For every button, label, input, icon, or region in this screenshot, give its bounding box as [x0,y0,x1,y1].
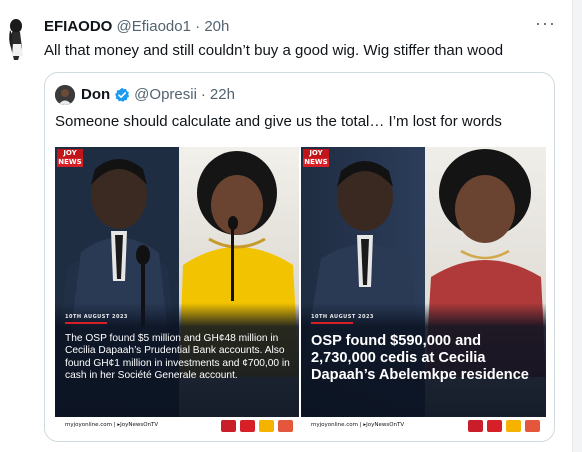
joy-news-logo: JOY NEWS [57,149,83,167]
media-image-1[interactable]: JOY NEWS 10TH AUGUST 2023 The OSP found … [55,147,299,435]
media-date: 10TH AUGUST 2023 [311,314,374,320]
tweet-actions [44,444,553,452]
media-caption: OSP found $590,000 and 2,730,000 cedis a… [311,333,529,384]
quoted-author-handle[interactable]: @Opresii [134,85,197,105]
joy-logo-bottom: NEWS [303,158,329,167]
media-image-2[interactable]: JOY NEWS 10TH AUGUST 2023 OSP found $590… [301,147,546,435]
quoted-author-avatar[interactable] [55,85,75,105]
tweet[interactable]: EFIAODO @Efiaodo1 · 20h ··· All that mon… [0,0,572,452]
media-caption: The OSP found $5 million and GH¢48 milli… [65,333,290,382]
media-date: 10TH AUGUST 2023 [65,314,128,320]
more-icon[interactable]: ··· [535,13,556,34]
media-footer-site: myjoyonline.com | ▸JoyNewsOnTV [65,422,159,428]
joy-logo-top: JOY [63,149,77,157]
brand-logo-icon [468,420,483,432]
tweet-timestamp[interactable]: 20h [204,18,229,35]
media-date-underline [65,322,107,324]
quoted-tweet[interactable]: Don @Opresii · 22h Someone should calcul… [44,72,555,442]
tweet-header: EFIAODO @Efiaodo1 · 20h [44,17,229,37]
quoted-tweet-timestamp[interactable]: 22h [210,85,235,105]
joy-logo-bottom: NEWS [57,158,83,167]
brand-logo-icon [487,420,502,432]
media-footer: myjoyonline.com | ▸JoyNewsOnTV [55,417,299,435]
media-footer-logos [221,420,293,432]
quoted-author-name[interactable]: Don [81,85,110,105]
joy-news-logo: JOY NEWS [303,149,329,167]
header-separator: · [195,18,201,35]
author-name[interactable]: EFIAODO [44,18,112,35]
brand-logo-icon [259,420,274,432]
quoted-tweet-header: Don @Opresii · 22h [55,85,235,105]
brand-logo-icon [278,420,293,432]
brand-logo-icon [240,420,255,432]
quoted-header-separator: · [200,86,206,103]
media-footer-logos [468,420,540,432]
media-footer-site: myjoyonline.com | ▸JoyNewsOnTV [311,422,405,428]
author-handle[interactable]: @Efiaodo1 [117,18,191,35]
brand-logo-icon [506,420,521,432]
brand-logo-icon [221,420,236,432]
window-scrollbar-edge [572,0,582,452]
author-avatar[interactable] [2,18,32,60]
brand-logo-icon [525,420,540,432]
verified-badge-icon [114,87,130,103]
quoted-tweet-text: Someone should calculate and give us the… [55,113,502,130]
media-footer: myjoyonline.com | ▸JoyNewsOnTV [301,417,546,435]
joy-logo-top: JOY [309,149,323,157]
tweet-text: All that money and still couldn’t buy a … [44,42,504,59]
media-date-underline [311,322,353,324]
